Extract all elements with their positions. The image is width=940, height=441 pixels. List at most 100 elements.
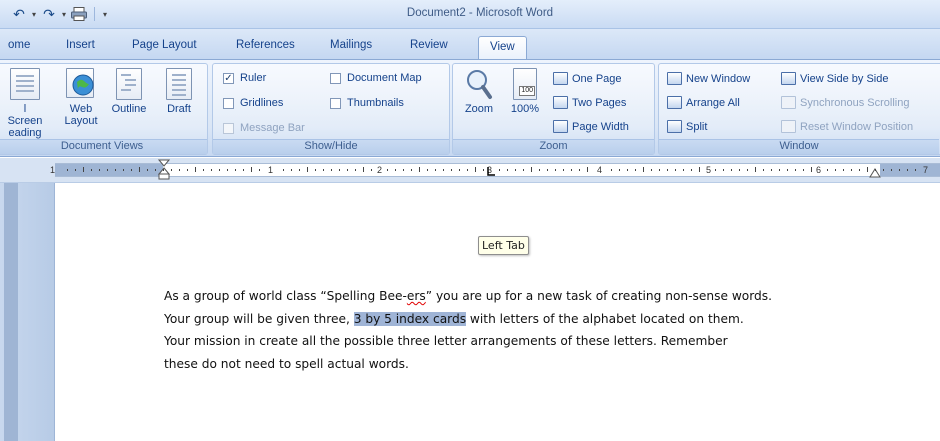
ruler-tick — [755, 167, 756, 172]
ruler-tick — [907, 169, 908, 171]
vertical-ruler[interactable] — [4, 183, 18, 441]
ruler-tick — [419, 167, 420, 172]
ruler-strip[interactable]: 1 1 2 3 4 5 6 7 — [50, 159, 940, 180]
thumbnails-checkbox-label: Thumbnails — [347, 97, 404, 109]
ruler-tick — [891, 169, 892, 171]
left-tab-stop-icon[interactable] — [487, 167, 495, 176]
group-label-window: Window — [659, 139, 939, 154]
ruler-tick — [323, 169, 324, 171]
ruler-tick — [387, 169, 388, 171]
ruler-tick — [147, 169, 148, 171]
ruler-tick — [371, 169, 372, 171]
tooltip: Left Tab — [478, 236, 529, 255]
ruler-tick — [731, 169, 732, 171]
ruler-checkbox[interactable]: ✓ Ruler — [223, 72, 266, 84]
ribbon-tabs: ome Insert Page Layout References Mailin… — [0, 29, 940, 61]
ruler-tick — [427, 169, 428, 171]
ruler-tick — [243, 169, 244, 171]
ruler-tick — [851, 169, 852, 171]
tab-references[interactable]: References — [236, 39, 295, 51]
ruler-tick — [227, 169, 228, 171]
ruler-tick — [203, 169, 204, 171]
tab-home[interactable]: ome — [8, 39, 30, 51]
outline-button[interactable]: Outline — [109, 68, 149, 115]
web-layout-button[interactable]: Web Layout — [61, 68, 101, 127]
tab-review[interactable]: Review — [410, 39, 448, 51]
text-selection[interactable]: 3 by 5 index cards — [353, 311, 467, 326]
ruler-checkbox-box[interactable]: ✓ — [223, 72, 234, 84]
ruler-number: 7 — [923, 165, 929, 175]
text-run: ” you are up for a new task of creating … — [425, 289, 772, 303]
ruler-tick — [915, 169, 916, 171]
ruler-tick — [779, 169, 780, 171]
ruler-tick — [683, 169, 684, 171]
ruler-tick — [355, 169, 356, 171]
thumbnails-checkbox[interactable]: Thumbnails — [330, 97, 404, 109]
gridlines-checkbox[interactable]: Gridlines — [223, 97, 283, 109]
ruler-tick — [827, 169, 828, 171]
zoom-100-icon-text: 100 — [519, 86, 535, 96]
document-map-checkbox-box[interactable] — [330, 72, 341, 84]
ruler-tick — [435, 169, 436, 171]
thumbnails-checkbox-box[interactable] — [330, 97, 341, 109]
arrange-all-button[interactable]: Arrange All — [667, 96, 740, 109]
zoom-button[interactable]: Zoom — [459, 68, 499, 115]
synchronous-scrolling-label: Synchronous Scrolling — [800, 96, 910, 109]
ruler-tick — [443, 169, 444, 171]
split-button[interactable]: Split — [667, 120, 707, 133]
outline-label: Outline — [111, 103, 147, 115]
ruler-tick — [235, 169, 236, 171]
gridlines-checkbox-box[interactable] — [223, 97, 234, 109]
zoom-100-icon: 100 — [513, 68, 537, 100]
draft-button[interactable]: Draft — [159, 68, 199, 115]
group-document-views: l Screen eading Web Layout Outline Draft… — [0, 63, 208, 155]
page-width-button[interactable]: Page Width — [553, 120, 629, 133]
ruler-tick — [859, 169, 860, 171]
ruler-tick — [99, 169, 100, 171]
draft-icon — [166, 68, 192, 100]
page-width-label: Page Width — [572, 120, 629, 133]
document-body[interactable]: As a group of world class “Spelling Bee-… — [164, 285, 874, 375]
view-side-by-side-button[interactable]: View Side by Side — [781, 72, 888, 85]
tab-view[interactable]: View — [478, 36, 527, 61]
tab-insert[interactable]: Insert — [66, 39, 95, 51]
full-screen-reading-button[interactable]: l Screen eading — [5, 68, 45, 139]
ruler-tick — [843, 169, 844, 171]
tab-mailings[interactable]: Mailings — [330, 39, 372, 51]
ruler-tick — [675, 169, 676, 171]
two-pages-button[interactable]: Two Pages — [553, 96, 626, 109]
full-screen-reading-label-1: l Screen — [7, 103, 43, 127]
new-window-button[interactable]: New Window — [667, 72, 750, 85]
tab-page-layout[interactable]: Page Layout — [132, 39, 197, 51]
paragraph-line: these do not need to spell actual words. — [164, 356, 409, 371]
first-line-indent-marker[interactable] — [158, 159, 170, 181]
zoom-100-label: 100% — [510, 103, 540, 115]
ruler-tick — [283, 169, 284, 171]
two-pages-icon — [553, 96, 568, 109]
ruler-tick — [107, 169, 108, 171]
ruler-tick — [131, 169, 132, 171]
zoom-100-button[interactable]: 100 100% — [507, 68, 543, 115]
new-window-icon — [667, 72, 682, 85]
misspelled-word[interactable]: ers — [407, 289, 426, 303]
ruler-tick — [835, 169, 836, 171]
ruler-tick — [259, 169, 260, 171]
paragraph-line: Your group will be given three, 3 by 5 i… — [164, 308, 874, 331]
web-layout-label-1: Web — [69, 103, 93, 115]
ruler-tick — [459, 169, 460, 171]
document-map-checkbox[interactable]: Document Map — [330, 72, 422, 84]
group-window: New Window Arrange All Split View Side b… — [658, 63, 940, 155]
one-page-button[interactable]: One Page — [553, 72, 622, 85]
ruler-tick — [667, 169, 668, 171]
ruler-tick — [211, 169, 212, 171]
ruler-tick — [115, 169, 116, 171]
ruler-right-margin — [880, 164, 940, 176]
ruler-tick — [611, 169, 612, 171]
ruler-tick — [555, 169, 556, 171]
reset-window-position-icon — [781, 120, 796, 133]
ruler-tick — [475, 167, 476, 172]
ruler-tick — [811, 167, 812, 172]
ruler-tick — [467, 169, 468, 171]
ruler-tick — [315, 169, 316, 171]
horizontal-ruler[interactable]: 1 1 2 3 4 5 6 7 — [0, 158, 940, 183]
